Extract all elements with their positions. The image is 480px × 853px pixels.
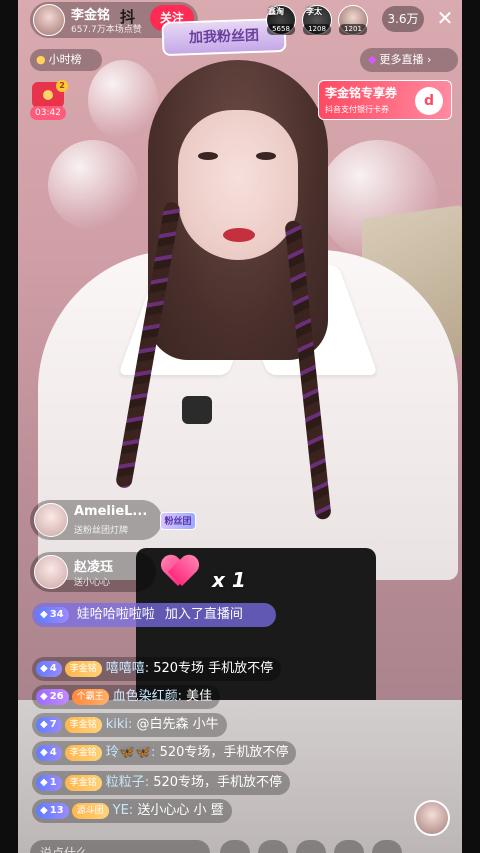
viewer-score: 5658 <box>267 24 295 35</box>
user-level-badge: ◆ 13 <box>36 802 69 819</box>
gifter-avatar <box>34 503 68 537</box>
chat-message[interactable]: ◆ 4 李金铭 嘻嘻嘻: 520专场 手机放不停 <box>32 657 282 681</box>
host-eye <box>256 152 276 160</box>
host-eye <box>198 152 218 160</box>
chat-text: 送小心心 小 暨 <box>137 803 224 818</box>
chat-username[interactable]: 玲🦋🦋: <box>106 745 156 760</box>
online-count[interactable]: 3.6万 <box>382 6 424 32</box>
fan-tag: 李金铭 <box>64 774 102 791</box>
close-icon[interactable]: ✕ <box>433 6 457 30</box>
gifter-name: 赵凌珏 <box>74 560 114 575</box>
chat-message[interactable]: ◆ 26 个霸王 血色染红颜: 美佳 <box>32 685 221 709</box>
chat-username[interactable]: kiki: <box>106 717 133 732</box>
joined-username: 娃哈哈啦啦啦 <box>76 607 155 622</box>
left-letterbox <box>0 0 18 853</box>
exclusive-coupon-banner[interactable]: 李金铭专享券 抖音支付银行卡券 d <box>318 80 452 120</box>
fan-tag: 李金铭 <box>64 660 102 677</box>
coupon-subtitle: 抖音支付银行卡券 <box>325 105 389 114</box>
more-live-button[interactable]: ◆ 更多直播 › <box>360 48 458 72</box>
viewer-name: 李太 <box>306 7 322 16</box>
diamond-icon: ◆ <box>368 53 377 66</box>
balloon-decoration <box>48 140 138 230</box>
fan-tag: 李金铭 <box>64 744 102 761</box>
viewer-name: 鑫淘 <box>268 7 284 16</box>
user-level-badge: ◆ 4 <box>36 660 62 677</box>
chat-username[interactable]: YE: <box>113 803 134 818</box>
chat-text: @白先森 小牛 <box>136 717 219 732</box>
fan-tag: 个霸王 <box>71 688 109 705</box>
chat-text: 美佳 <box>186 689 213 704</box>
hourly-rank-label: 小时榜 <box>48 53 82 66</box>
fan-tag: 源斗团 <box>71 802 109 819</box>
chat-message[interactable]: ◆ 1 李金铭 粒粒子: 520专场，手机放不停 <box>32 771 291 795</box>
gifter-name: AmelieL... <box>74 504 148 519</box>
user-level-badge: ◆ 34 <box>36 606 69 623</box>
red-packet-count: 2 <box>56 80 68 92</box>
gift-notification[interactable]: 赵凌珏 送小心心 <box>30 552 156 592</box>
chat-message[interactable]: ◆ 7 李金铭 kiki: @白先森 小牛 <box>32 713 227 737</box>
gift-description: 送粉丝团灯牌 <box>74 526 129 536</box>
right-letterbox <box>462 0 480 853</box>
coin-icon <box>43 90 53 100</box>
user-level-badge: ◆ 4 <box>36 744 62 761</box>
chat-username[interactable]: 血色染红颜: <box>113 689 182 704</box>
douyin-logo: 抖 <box>120 8 136 26</box>
lapel-mic <box>182 396 212 424</box>
user-level-badge: ◆ 7 <box>36 716 62 733</box>
chat-username[interactable]: 嘻嘻嘻: <box>106 661 149 676</box>
join-notification: ◆ 34 娃哈哈啦啦啦 加入了直播间 <box>32 603 276 627</box>
chat-username[interactable]: 粒粒子: <box>106 775 149 790</box>
host-mini-avatar[interactable] <box>414 800 450 836</box>
chat-input[interactable]: 说点什么... <box>30 840 210 853</box>
hourly-rank-button[interactable]: ● 小时榜 <box>30 49 102 71</box>
viewer-score: 1208 <box>303 24 331 35</box>
flame-icon: ● <box>36 53 46 66</box>
chat-text: 520专场，手机放不停 <box>159 745 289 760</box>
fan-tag: 李金铭 <box>64 716 102 733</box>
chat-text: 520专场 手机放不停 <box>153 661 274 676</box>
chat-text: 520专场，手机放不停 <box>153 775 283 790</box>
gift-notification[interactable]: AmelieL... 送粉丝团灯牌 <box>30 500 162 540</box>
more-live-label: 更多直播 › <box>379 53 432 66</box>
viewer-score: 1201 <box>339 24 367 35</box>
gifter-avatar <box>34 555 68 589</box>
host-name[interactable]: 李金铭 <box>71 4 110 23</box>
host-lips <box>223 228 255 242</box>
red-packet-timer: 03:42 <box>30 106 66 120</box>
user-level-badge: ◆ 1 <box>36 774 62 791</box>
join-text: 加入了直播间 <box>164 607 243 622</box>
chat-message[interactable]: ◆ 4 李金铭 玲🦋🦋: 520专场，手机放不停 <box>32 741 297 765</box>
gift-combo-count: x 1 <box>212 568 246 592</box>
coupon-title: 李金铭专享券 <box>325 86 398 100</box>
douyin-pay-icon: d <box>415 87 443 115</box>
host-avatar[interactable] <box>33 4 65 36</box>
gift-description: 送小心心 <box>74 578 111 588</box>
red-packet-button[interactable]: 2 03:42 <box>30 80 68 120</box>
chat-message[interactable]: ◆ 13 源斗团 YE: 送小心心 小 暨 <box>32 799 232 823</box>
heart-gift-icon <box>162 556 198 590</box>
fan-club-badge: 粉丝团 <box>160 512 196 530</box>
user-level-badge: ◆ 26 <box>36 688 69 705</box>
balloon-decoration <box>88 60 158 140</box>
